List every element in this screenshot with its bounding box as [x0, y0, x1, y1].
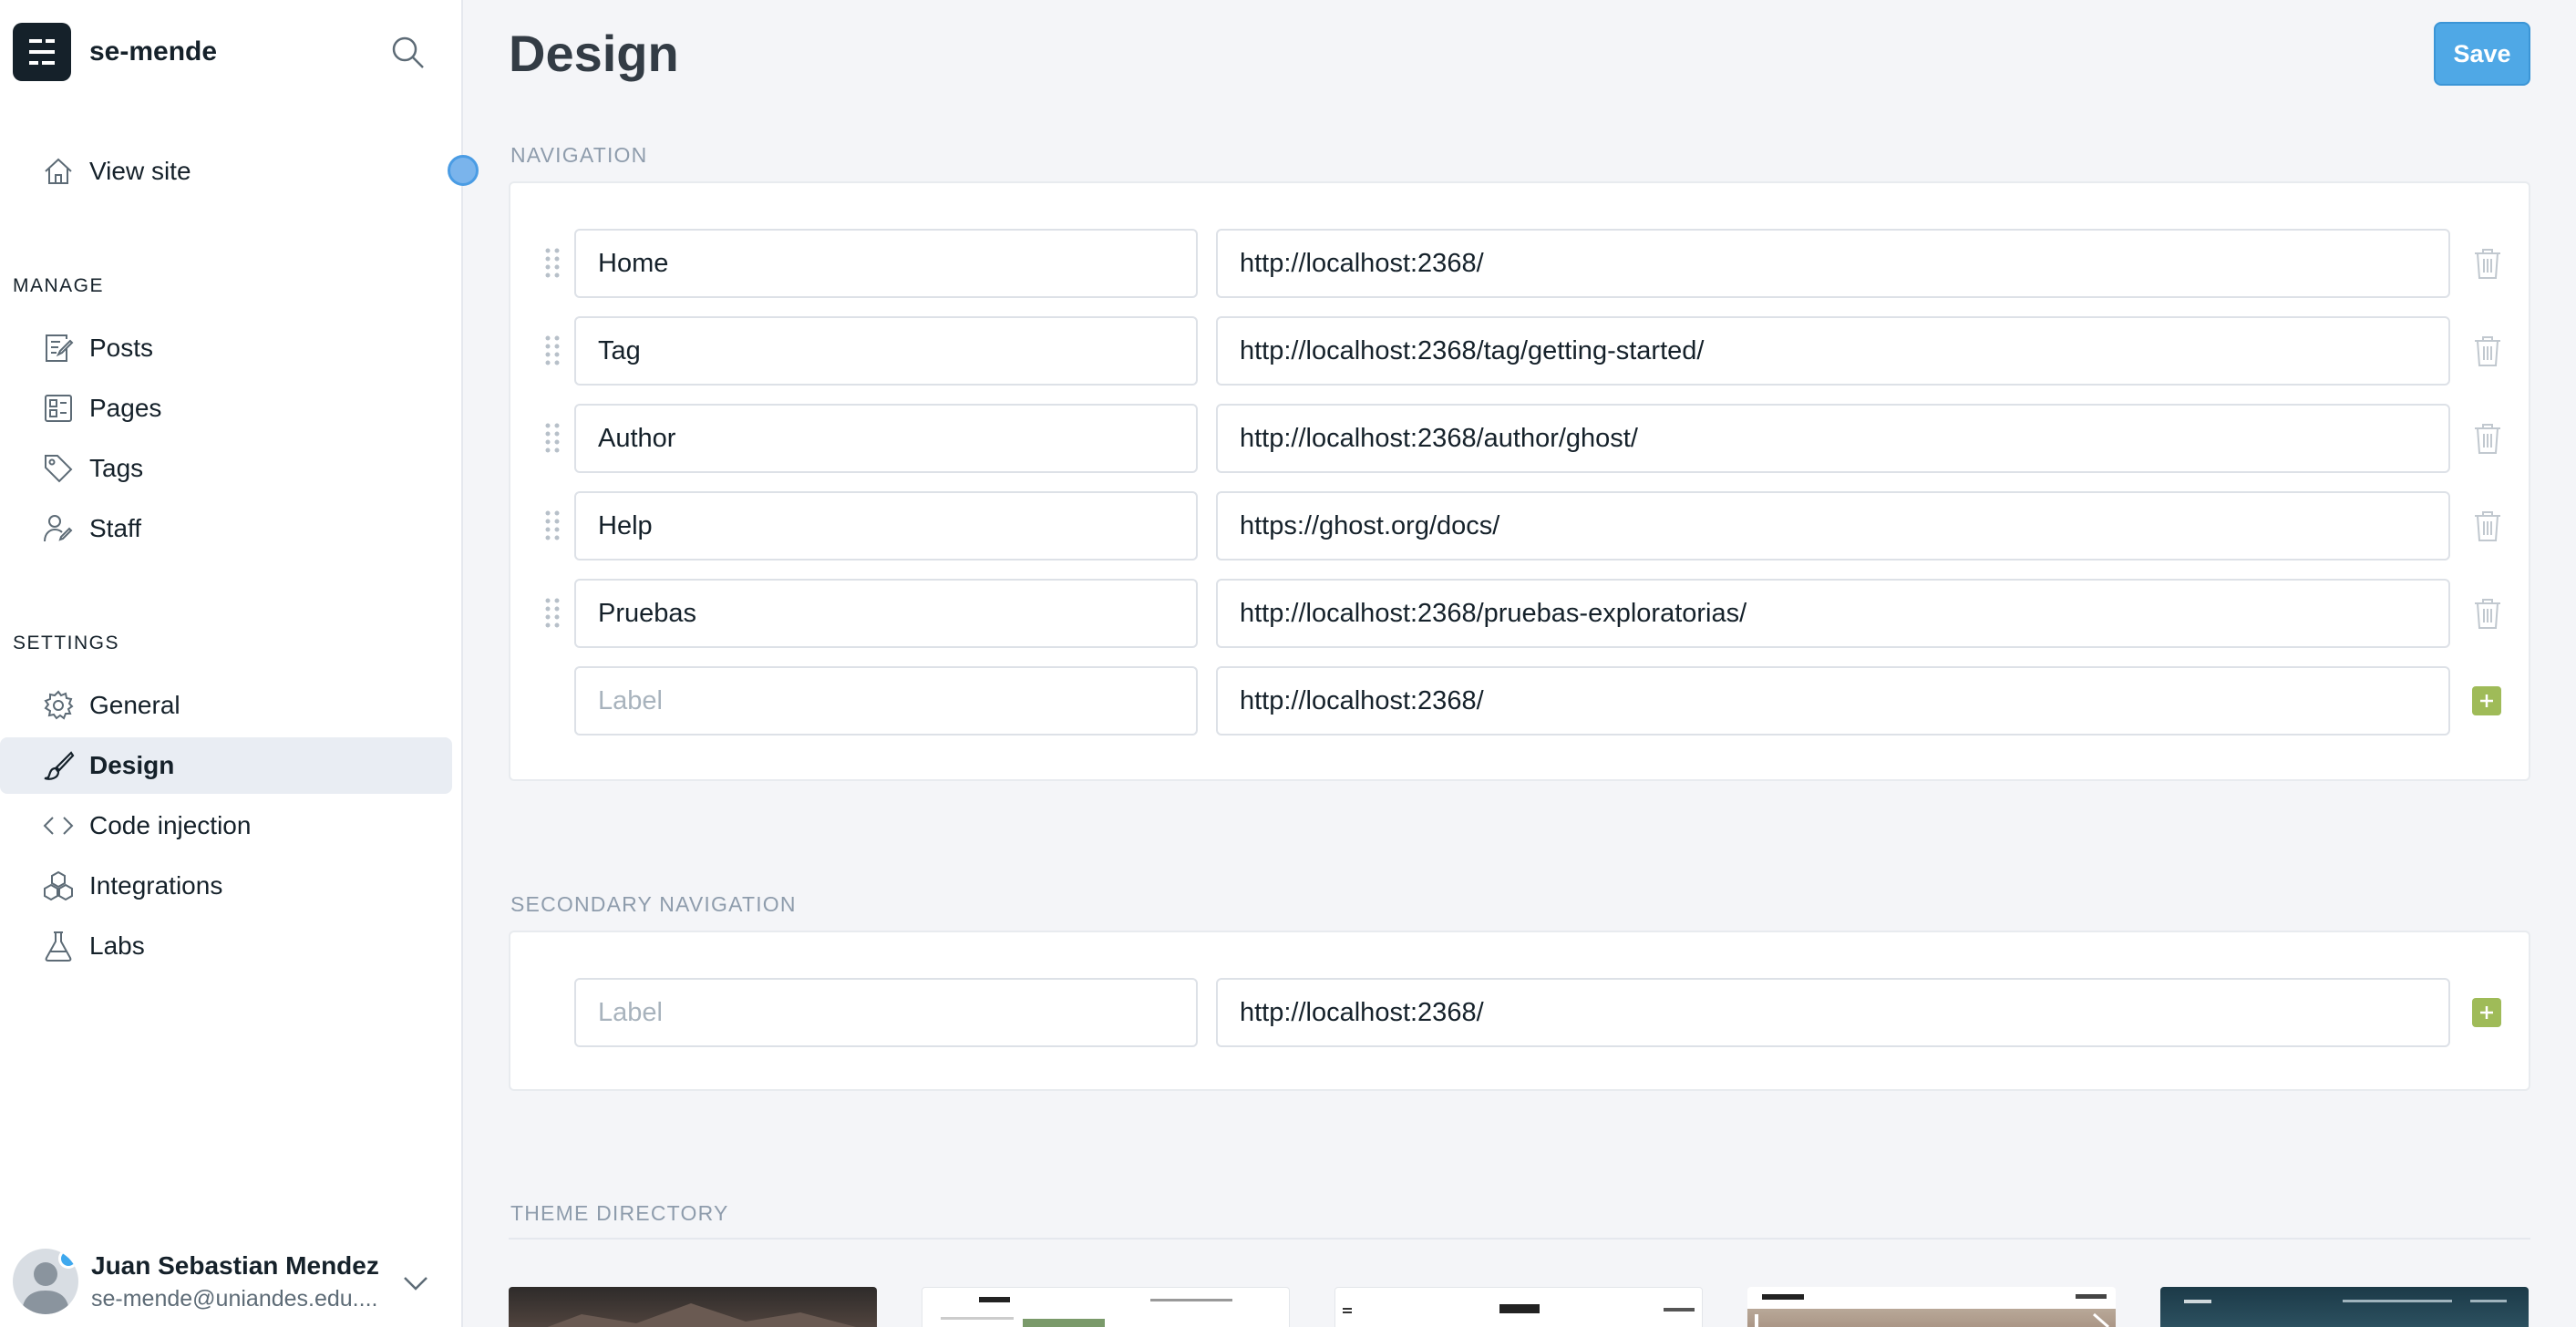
trash-icon[interactable]	[2472, 334, 2503, 367]
divider	[509, 1238, 2530, 1240]
nav-url-input[interactable]	[1216, 229, 2450, 298]
theme-thumbnail[interactable]	[1334, 1287, 1703, 1327]
nav-new-row	[510, 666, 2532, 736]
gear-icon	[44, 690, 74, 720]
paintbrush-icon	[44, 751, 75, 780]
sidebar-item-label: General	[89, 691, 180, 719]
trash-icon[interactable]	[2472, 422, 2503, 455]
new-secondary-label-input[interactable]	[574, 978, 1198, 1047]
nav-url-input[interactable]	[1216, 316, 2450, 386]
sidebar: se-mende View site MANAGE Posts Pages Ta…	[0, 0, 479, 1327]
navigation-card	[509, 181, 2530, 781]
nav-url-input[interactable]	[1216, 579, 2450, 648]
sidebar-item-label: Tags	[89, 454, 144, 482]
sidebar-toggle-handle[interactable]	[448, 155, 479, 186]
sidebar-item-label: Labs	[89, 931, 145, 960]
theme-thumbnail[interactable]	[1747, 1287, 2116, 1327]
nav-label-input[interactable]	[574, 229, 1198, 298]
nav-url-input[interactable]	[1216, 404, 2450, 473]
drag-handle-icon[interactable]	[543, 247, 562, 280]
nav-row	[510, 229, 2532, 298]
theme-directory-section-label: THEME DIRECTORY	[510, 1201, 729, 1225]
home-icon	[45, 158, 72, 184]
theme-thumbnail[interactable]	[509, 1287, 877, 1327]
sidebar-item-label: Integrations	[89, 871, 223, 900]
user-email: se-mende@uniandes.edu....	[91, 1285, 378, 1312]
sidebar-item-label: Pages	[89, 394, 162, 422]
nav-label-input[interactable]	[574, 579, 1198, 648]
sidebar-item-tags[interactable]: Tags	[0, 440, 452, 497]
sidebar-item-view-site[interactable]: View site	[0, 143, 452, 200]
sidebar-item-posts[interactable]: Posts	[0, 320, 452, 376]
search-icon[interactable]	[390, 35, 427, 71]
trash-icon[interactable]	[2472, 509, 2503, 542]
nav-row	[510, 491, 2532, 561]
notification-dot	[58, 1249, 78, 1269]
brand[interactable]: se-mende	[13, 23, 217, 81]
avatar	[13, 1249, 78, 1314]
drag-handle-icon[interactable]	[543, 422, 562, 455]
staff-icon	[44, 515, 73, 542]
flask-icon	[45, 931, 72, 962]
nav-url-input[interactable]	[1216, 491, 2450, 561]
plus-icon	[2480, 1006, 2493, 1019]
drag-handle-icon[interactable]	[543, 334, 562, 367]
settings-section-title: SETTINGS	[13, 633, 120, 653]
user-menu[interactable]: Juan Sebastian Mendez se-mende@uniandes.…	[13, 1249, 450, 1314]
sidebar-item-label: Design	[89, 751, 175, 779]
sidebar-item-labs[interactable]: Labs	[0, 918, 452, 974]
secondary-nav-new-row	[510, 978, 2532, 1047]
integrations-icon	[44, 870, 73, 901]
new-nav-url-input[interactable]	[1216, 666, 2450, 736]
manage-section-title: MANAGE	[13, 275, 105, 296]
nav-row	[510, 404, 2532, 473]
plus-icon	[2480, 694, 2493, 707]
tag-icon	[45, 455, 73, 483]
ghost-logo-icon	[13, 23, 71, 81]
add-item-button[interactable]	[2472, 686, 2501, 715]
posts-icon	[46, 334, 74, 362]
sidebar-item-general[interactable]: General	[0, 677, 452, 734]
theme-thumbnail[interactable]	[2160, 1287, 2529, 1327]
sidebar-item-code-injection[interactable]: Code injection	[0, 797, 452, 854]
drag-handle-icon[interactable]	[543, 509, 562, 542]
nav-row	[510, 579, 2532, 648]
secondary-navigation-section-label: SECONDARY NAVIGATION	[510, 892, 797, 916]
nav-row	[510, 316, 2532, 386]
sidebar-item-integrations[interactable]: Integrations	[0, 858, 452, 914]
site-name: se-mende	[89, 36, 218, 67]
sidebar-item-staff[interactable]: Staff	[0, 500, 452, 557]
nav-label-input[interactable]	[574, 491, 1198, 561]
code-icon	[43, 817, 74, 835]
theme-thumbnail[interactable]	[922, 1287, 1290, 1327]
secondary-navigation-card	[509, 931, 2530, 1091]
user-name: Juan Sebastian Mendez	[91, 1250, 379, 1280]
drag-handle-icon[interactable]	[543, 597, 562, 630]
new-nav-label-input[interactable]	[574, 666, 1198, 736]
sidebar-item-design[interactable]: Design	[0, 737, 452, 794]
sidebar-item-label: Code injection	[89, 811, 252, 839]
sidebar-item-label: Posts	[89, 334, 154, 362]
save-button[interactable]: Save	[2434, 22, 2530, 86]
nav-label-input[interactable]	[574, 404, 1198, 473]
nav-label-input[interactable]	[574, 316, 1198, 386]
trash-icon[interactable]	[2472, 247, 2503, 280]
pages-icon	[45, 395, 72, 422]
new-secondary-url-input[interactable]	[1216, 978, 2450, 1047]
add-secondary-item-button[interactable]	[2472, 998, 2501, 1027]
trash-icon[interactable]	[2472, 597, 2503, 630]
sidebar-item-label: View site	[89, 157, 191, 185]
sidebar-item-label: Staff	[89, 514, 142, 542]
sidebar-item-pages[interactable]: Pages	[0, 380, 452, 437]
page-title: Design	[509, 25, 679, 82]
chevron-down-icon[interactable]	[399, 1267, 432, 1300]
navigation-section-label: NAVIGATION	[510, 143, 648, 167]
